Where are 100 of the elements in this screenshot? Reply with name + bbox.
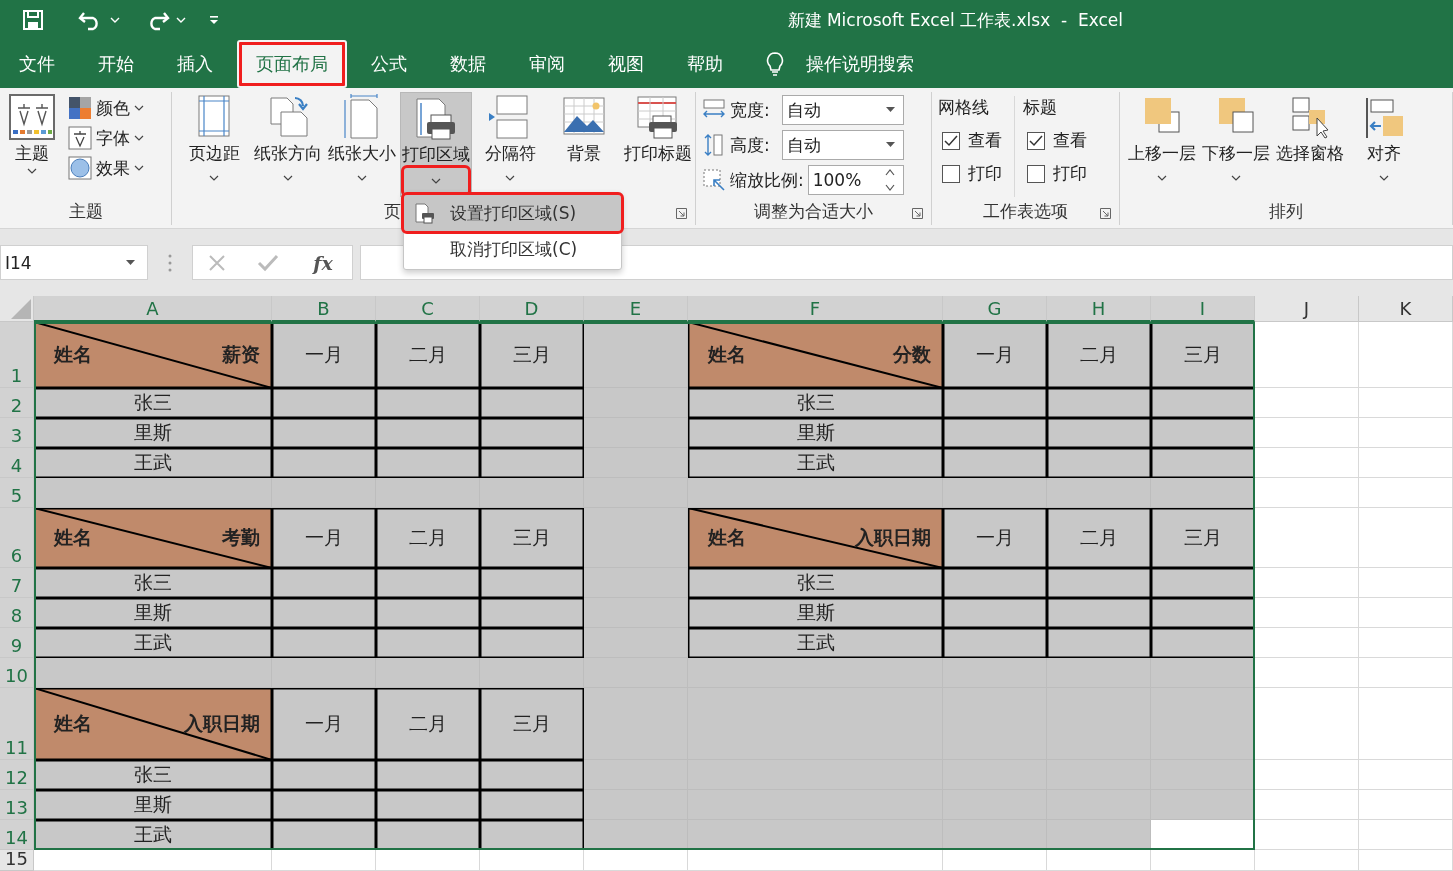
caret-icon [134,134,144,142]
row-header[interactable]: 9 [0,628,34,658]
column-header[interactable]: K [1359,296,1453,322]
ribbon-tab[interactable]: 数据 [431,40,505,88]
row-header[interactable]: 11 [0,688,34,760]
ribbon-tab[interactable]: 审阅 [510,40,584,88]
dialog-launcher-icon[interactable] [676,208,687,219]
checkmark-icon [944,134,958,147]
column-header[interactable]: C [376,296,480,322]
row-header[interactable]: 14 [0,820,34,850]
themes-button[interactable]: 主题 [6,92,58,197]
theme-effects-button[interactable]: 效果 [68,156,144,180]
ribbon-tab[interactable]: 插入 [158,40,232,88]
customize-toolbar-icon[interactable] [208,15,220,25]
cell-text: 一月 [976,525,1014,550]
insert-function-button[interactable]: fx [309,251,337,274]
group-label: 页 [384,199,401,223]
row-heading-text: 姓名 [54,342,92,367]
row-header[interactable]: 2 [0,388,34,418]
row-header[interactable]: 10 [0,658,34,688]
checkbox[interactable] [942,131,960,150]
column-header[interactable]: D [480,296,584,322]
color-swatch-icon [68,96,92,120]
scale-icon [702,168,726,192]
column-header[interactable]: J [1255,296,1359,322]
row-header[interactable]: 5 [0,478,34,508]
checkbox-option[interactable]: 查看 [938,129,1002,152]
window-title: 新建 Microsoft Excel 工作表.xlsx - Excel [787,8,1123,32]
option-heading: 网格线 [938,96,990,119]
column-header[interactable]: G [943,296,1047,322]
row-header[interactable]: 8 [0,598,34,628]
caret-icon [209,174,219,182]
size-dropdown[interactable]: 自动 [781,95,904,125]
column-header[interactable]: I [1151,296,1255,322]
checkbox[interactable] [1027,131,1045,150]
ribbon-button[interactable]: 分隔符 [474,92,546,197]
caret-icon [357,174,367,182]
search-field[interactable]: 操作说明搜索 [806,52,914,76]
row-header[interactable]: 12 [0,760,34,790]
checkmark-icon[interactable] [256,253,279,272]
dialog-launcher-icon[interactable] [912,208,923,219]
ribbon-button[interactable]: 打印标题 [622,92,694,197]
ribbon-button[interactable]: 打印区域 [400,92,472,197]
row-heading-text: 姓名 [54,711,92,736]
ribbon-tab[interactable]: 开始 [79,40,153,88]
caret-icon[interactable] [110,16,120,24]
cell-text: 王武 [796,630,835,655]
row-header[interactable]: 4 [0,448,34,478]
ribbon-button[interactable]: 页边距 [178,92,250,197]
ribbon-button[interactable]: 选择窗格 [1274,92,1346,197]
menu-item[interactable]: 取消打印区域(C) [404,231,621,267]
checkbox-option[interactable]: 查看 [1023,129,1087,152]
theme-fonts-button[interactable]: 字体 [68,126,144,150]
column-header[interactable]: B [272,296,376,322]
column-header[interactable]: A [34,296,272,322]
size-dropdown[interactable]: 自动 [781,130,904,160]
theme-colors-button[interactable]: 颜色 [68,96,144,120]
ribbon-button[interactable]: 对齐 [1348,92,1420,197]
row-header[interactable]: 1 [0,322,34,388]
scale-spinner[interactable]: 100% [807,165,904,195]
cell-text: 里斯 [796,420,835,445]
menu-item[interactable]: 设置打印区域(S) [404,195,621,231]
cell-text: 里斯 [134,420,172,445]
ribbon-button[interactable]: 纸张大小 [326,92,398,197]
checkbox-option[interactable]: 打印 [1023,162,1087,185]
caret-icon[interactable] [176,16,186,24]
row-header[interactable]: 3 [0,418,34,448]
row-header[interactable]: 7 [0,568,34,598]
cell-text: 里斯 [134,792,172,817]
column-heading-text: 薪资 [222,342,260,367]
column-header[interactable]: F [688,296,943,322]
select-all-triangle-icon [11,299,31,319]
row-header[interactable]: 13 [0,790,34,820]
checkmark-icon [1029,134,1043,147]
cell-text: 一月 [305,342,343,367]
cell-text: 二月 [1080,342,1118,367]
ribbon-tab[interactable]: 视图 [589,40,663,88]
column-header[interactable]: H [1047,296,1151,322]
save-icon[interactable] [22,9,44,31]
checkbox-option[interactable]: 打印 [938,162,1002,185]
printer-icon [414,202,436,224]
row-header[interactable]: 6 [0,508,34,568]
ribbon-button[interactable]: 下移一层 [1200,92,1272,197]
ribbon-tab[interactable]: 文件 [0,40,74,88]
ribbon-tab[interactable]: 公式 [352,40,426,88]
caret-icon [27,167,37,175]
dialog-launcher-icon[interactable] [1100,208,1111,219]
column-header[interactable]: E [584,296,688,322]
ribbon-button[interactable]: 上移一层 [1126,92,1198,197]
checkbox[interactable] [1027,164,1045,183]
checkbox[interactable] [942,164,960,183]
cell-text: 王武 [134,822,172,847]
name-box[interactable]: I14 [0,245,148,280]
ribbon-tab[interactable]: 帮助 [668,40,742,88]
ribbon-button[interactable]: 纸张方向 [252,92,324,197]
ribbon-tab[interactable]: 页面布局 [237,40,347,88]
row-header[interactable]: 15 [0,850,34,871]
caret-icon [283,174,293,182]
column-heading-text: 考勤 [222,525,260,550]
cell-text: 一月 [976,342,1014,367]
